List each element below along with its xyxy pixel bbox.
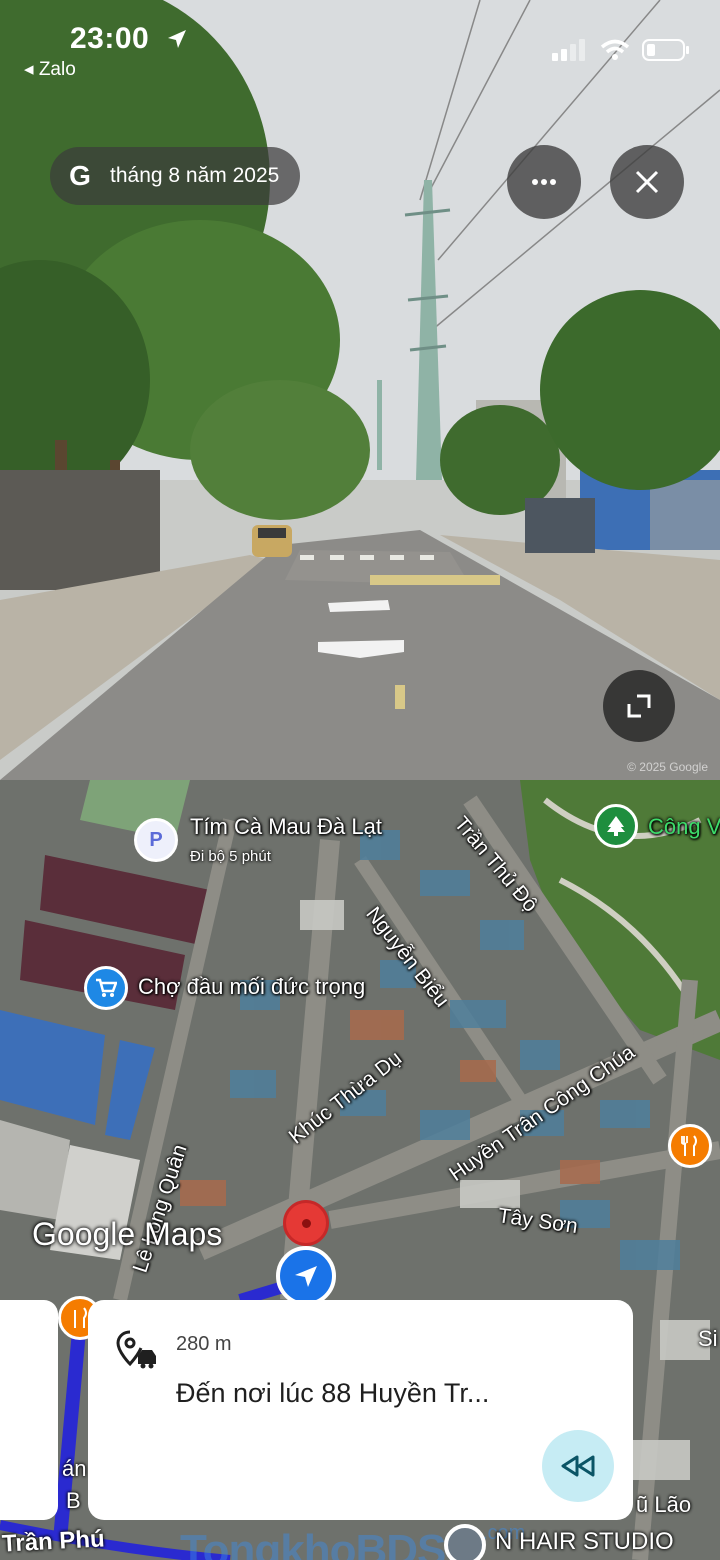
street-view-panel[interactable]: 23:00 ◂ Zalo G tháng 8 năm 2025 © 2025 G…	[0, 0, 720, 780]
fullscreen-icon	[627, 694, 651, 718]
poi-label-park[interactable]: Công V	[648, 814, 720, 840]
map-label-fragment: Si	[698, 1326, 718, 1351]
capture-date-pill[interactable]: G tháng 8 năm 2025	[50, 147, 300, 205]
market-pin[interactable]	[84, 966, 128, 1010]
destination-pin[interactable]	[283, 1200, 329, 1246]
tree-icon	[607, 816, 625, 836]
watermark-logo: TongkhoBDS	[180, 1526, 446, 1560]
close-icon	[635, 170, 659, 194]
location-car-icon	[116, 1330, 156, 1369]
close-button[interactable]	[610, 145, 684, 219]
poi-marker[interactable]	[444, 1524, 486, 1560]
my-location-button[interactable]	[276, 1246, 336, 1306]
rewind-button[interactable]	[542, 1430, 614, 1502]
google-maps-logo: Google Maps	[32, 1216, 223, 1252]
arrival-text: Đến nơi lúc 88 Huyền Tr...	[176, 1378, 490, 1408]
fullscreen-button[interactable]	[603, 670, 675, 742]
parking-pin[interactable]: P	[134, 818, 178, 862]
status-bar: 23:00 ◂ Zalo	[0, 0, 720, 90]
restaurant-icon	[681, 1135, 697, 1156]
map-label-fragment: B	[66, 1488, 81, 1513]
map-label-fragment: ũ Lão	[636, 1492, 692, 1517]
street-label-bottom: Trần Phú	[1, 1525, 106, 1558]
capture-date: tháng 8 năm 2025	[110, 164, 280, 187]
status-time: 23:00	[70, 22, 150, 55]
route-distance: 280 m	[176, 1333, 232, 1355]
navigation-arrow-icon	[295, 1266, 317, 1287]
back-to-app-link[interactable]: ◂ Zalo	[24, 58, 76, 81]
park-pin[interactable]	[594, 804, 638, 848]
location-arrow-icon	[168, 30, 186, 48]
restaurant-pin[interactable]	[668, 1124, 712, 1168]
more-horizontal-icon	[532, 179, 556, 185]
previous-card[interactable]	[0, 1300, 58, 1520]
street-view-image[interactable]	[0, 0, 720, 780]
poi-label-cho-dau-moi[interactable]: Chợ đầu mối đức trọng	[138, 974, 365, 1000]
wifi-icon	[600, 39, 630, 60]
restaurant-icon	[74, 1307, 87, 1328]
poi-label-hair-studio[interactable]: N HAIR STUDIO	[495, 1528, 674, 1556]
navigation-card[interactable]: 280 m Đến nơi lúc 88 Huyền Tr...	[88, 1300, 633, 1520]
battery-icon	[642, 39, 689, 61]
satellite-map[interactable]: P Tím Cà Mau Đà Lạt Đi bộ 5 phút Chợ đầu…	[0, 780, 720, 1560]
parking-icon: P	[149, 828, 163, 851]
google-g-icon: G	[69, 160, 91, 191]
more-options-button[interactable]	[507, 145, 581, 219]
shopping-cart-icon	[96, 978, 117, 997]
poi-label-tim-ca-mau[interactable]: Tím Cà Mau Đà Lạt	[190, 814, 382, 840]
rewind-icon	[561, 1455, 595, 1477]
cellular-signal-icon	[552, 39, 585, 61]
poi-walk-time: Đi bộ 5 phút	[190, 848, 271, 865]
map-label-fragment: án	[62, 1456, 87, 1481]
copyright-text: © 2025 Google	[627, 760, 708, 774]
